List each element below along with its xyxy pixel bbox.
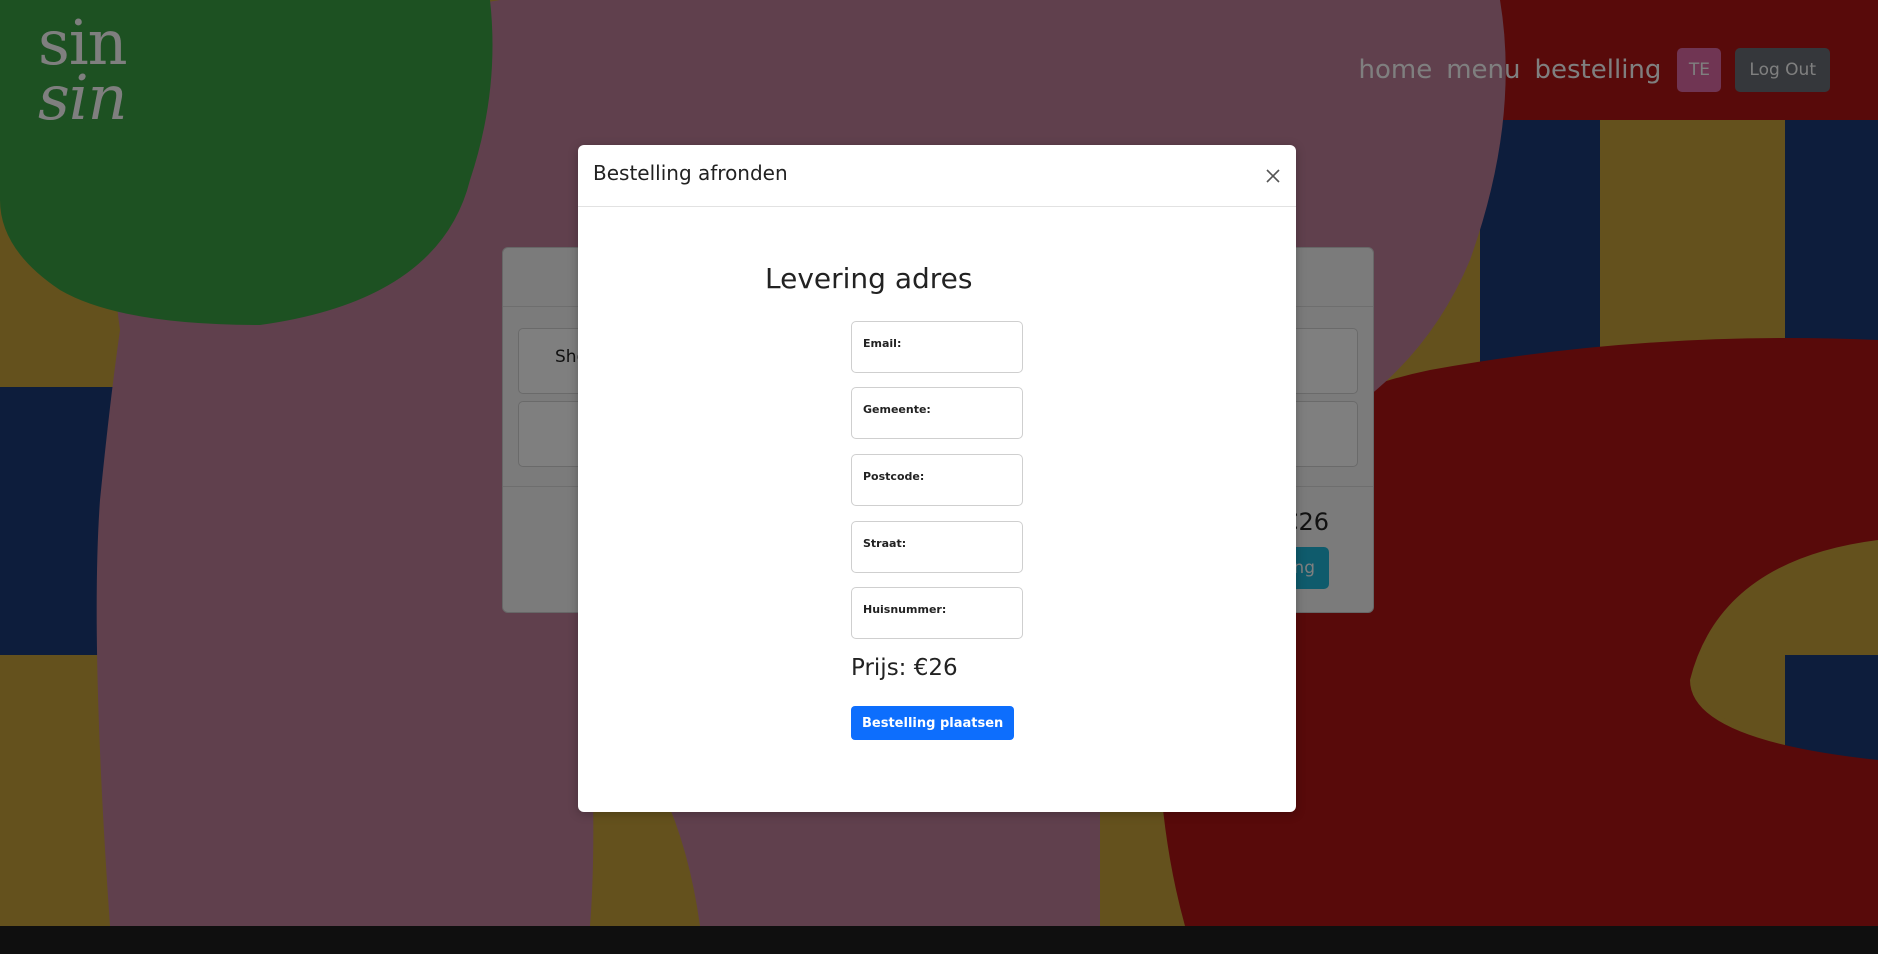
email-field[interactable]: Email: [851, 321, 1023, 373]
modal-header: Bestelling afronden [578, 145, 1296, 207]
place-order-button[interactable]: Bestelling plaatsen [851, 706, 1015, 740]
gemeente-field[interactable]: Gemeente: [851, 387, 1023, 439]
delivery-address-title: Levering adres [765, 262, 973, 295]
huisnummer-field[interactable]: Huisnummer: [851, 587, 1023, 639]
price-text: Prijs: €26 [851, 655, 958, 681]
modal-title: Bestelling afronden [593, 161, 788, 185]
postcode-field[interactable]: Postcode: [851, 454, 1023, 506]
huisnummer-label: Huisnummer: [863, 603, 947, 616]
email-label: Email: [863, 337, 902, 350]
huisnummer-input[interactable] [862, 618, 1014, 634]
postcode-input[interactable] [862, 485, 1014, 501]
straat-input[interactable] [862, 552, 1014, 568]
gemeente-label: Gemeente: [863, 403, 931, 416]
close-icon [1266, 169, 1280, 183]
close-button[interactable] [1258, 161, 1288, 191]
email-input[interactable] [862, 352, 1014, 368]
postcode-label: Postcode: [863, 470, 925, 483]
straat-label: Straat: [863, 537, 907, 550]
straat-field[interactable]: Straat: [851, 521, 1023, 573]
gemeente-input[interactable] [862, 418, 1014, 434]
checkout-modal: Bestelling afronden Levering adres Email… [578, 145, 1296, 812]
